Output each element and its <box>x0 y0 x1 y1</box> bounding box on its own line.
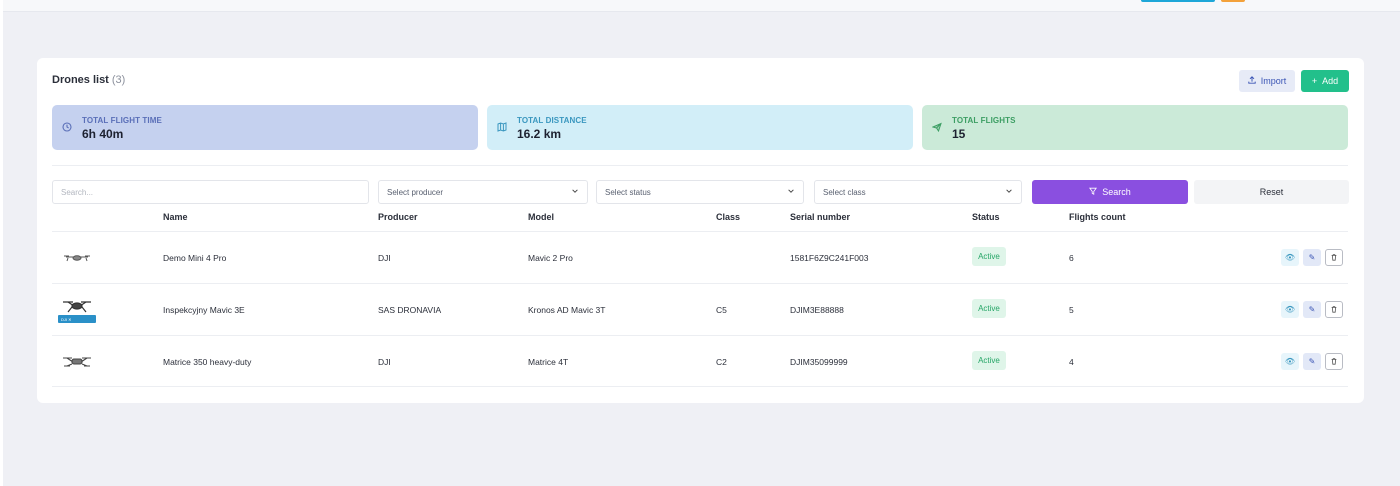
drone-thumbnail: DJI ✕ <box>58 296 96 326</box>
divider <box>52 165 1348 166</box>
row-name: Inspekcyjny Mavic 3E <box>163 305 245 315</box>
edit-button[interactable]: ✎ <box>1303 249 1321 266</box>
row-serial: DJIM3E88888 <box>790 305 844 315</box>
delete-button[interactable] <box>1325 353 1343 370</box>
top-bar-button-orange[interactable] <box>1221 0 1245 2</box>
row-flights: 6 <box>1069 253 1074 263</box>
stat-value: 6h 40m <box>82 127 124 141</box>
row-model: Mavic 2 Pro <box>528 253 573 263</box>
svg-text:DJI ✕: DJI ✕ <box>61 317 71 322</box>
column-header-producer[interactable]: Producer <box>378 212 418 222</box>
row-serial: DJIM35099999 <box>790 357 848 367</box>
pencil-icon: ✎ <box>1308 357 1316 366</box>
top-bar <box>3 0 1400 12</box>
drones-card: Drones list (3) Import + Add TOTAL FLIGHT… <box>37 58 1364 403</box>
column-header-name[interactable]: Name <box>163 212 188 222</box>
drone-thumbnail <box>58 244 96 274</box>
row-producer: DJI <box>378 253 391 263</box>
import-label: Import <box>1260 76 1287 86</box>
row-flights: 4 <box>1069 357 1074 367</box>
row-class: C2 <box>716 357 727 367</box>
stat-total-distance: TOTAL DISTANCE 16.2 km <box>487 105 913 150</box>
page-title: Drones list (3) <box>52 74 125 86</box>
producer-select[interactable]: Select producer <box>378 180 588 204</box>
view-button[interactable]: 👁 <box>1281 301 1299 318</box>
column-header-model[interactable]: Model <box>528 212 554 222</box>
view-button[interactable]: 👁 <box>1281 249 1299 266</box>
stat-label: TOTAL DISTANCE <box>517 116 587 125</box>
stat-label: TOTAL FLIGHT TIME <box>82 116 162 125</box>
search-button-label: Search <box>1102 187 1131 197</box>
trash-icon <box>1330 357 1338 367</box>
stat-total-flight-time: TOTAL FLIGHT TIME 6h 40m <box>52 105 478 150</box>
eye-icon: 👁 <box>1284 305 1296 314</box>
row-name: Demo Mini 4 Pro <box>163 253 227 263</box>
column-header-flights[interactable]: Flights count <box>1069 212 1126 222</box>
class-select[interactable]: Select class <box>814 180 1022 204</box>
map-icon <box>497 122 507 135</box>
search-button[interactable]: Search <box>1032 180 1188 204</box>
import-button[interactable]: Import <box>1239 70 1295 92</box>
plus-icon: + <box>1311 76 1318 86</box>
eye-icon: 👁 <box>1284 357 1296 366</box>
chevron-down-icon <box>571 187 579 197</box>
pencil-icon: ✎ <box>1308 253 1316 262</box>
add-button[interactable]: + Add <box>1301 70 1349 92</box>
row-producer: DJI <box>378 357 391 367</box>
top-bar-button-blue[interactable] <box>1141 0 1215 2</box>
column-header-class[interactable]: Class <box>716 212 740 222</box>
drone-thumbnail <box>58 348 96 378</box>
upload-icon <box>1248 76 1256 86</box>
table-row[interactable]: Matrice 350 heavy-duty DJI Matrice 4T C2… <box>52 335 1348 387</box>
status-select[interactable]: Select status <box>596 180 804 204</box>
reset-button[interactable]: Reset <box>1194 180 1349 204</box>
left-edge <box>0 0 3 486</box>
row-class: C5 <box>716 305 727 315</box>
column-header-status[interactable]: Status <box>972 212 1000 222</box>
view-button[interactable]: 👁 <box>1281 353 1299 370</box>
plane-icon <box>931 122 942 135</box>
chevron-down-icon <box>787 187 795 197</box>
status-select-value: Select status <box>605 187 651 197</box>
row-serial: 1581F6Z9C241F003 <box>790 253 869 263</box>
table-row[interactable]: Demo Mini 4 Pro DJI Mavic 2 Pro 1581F6Z9… <box>52 231 1348 283</box>
table-row[interactable]: DJI ✕ Inspekcyjny Mavic 3E SAS DRONAVIA … <box>52 283 1348 335</box>
clock-icon <box>62 122 72 135</box>
stat-label: TOTAL FLIGHTS <box>952 116 1016 125</box>
stat-value: 15 <box>952 127 966 141</box>
edit-button[interactable]: ✎ <box>1303 353 1321 370</box>
status-badge: Active <box>972 299 1006 318</box>
stat-total-flights: TOTAL FLIGHTS 15 <box>922 105 1348 150</box>
drones-count: (3) <box>111 74 126 86</box>
stat-value: 16.2 km <box>517 127 562 141</box>
status-badge: Active <box>972 247 1006 266</box>
trash-icon <box>1330 305 1338 315</box>
search-input[interactable]: Search... <box>52 180 369 204</box>
class-select-value: Select class <box>823 187 866 197</box>
row-model: Kronos AD Mavic 3T <box>528 305 606 315</box>
pencil-icon: ✎ <box>1308 305 1316 314</box>
column-header-serial[interactable]: Serial number <box>790 212 850 222</box>
eye-icon: 👁 <box>1284 253 1296 262</box>
row-name: Matrice 350 heavy-duty <box>163 357 252 367</box>
trash-icon <box>1330 253 1338 263</box>
page-title-text: Drones list <box>52 74 109 86</box>
delete-button[interactable] <box>1325 301 1343 318</box>
row-producer: SAS DRONAVIA <box>378 305 442 315</box>
filter-icon <box>1089 187 1098 197</box>
add-label: Add <box>1322 76 1339 86</box>
delete-button[interactable] <box>1325 249 1343 266</box>
edit-button[interactable]: ✎ <box>1303 301 1321 318</box>
chevron-down-icon <box>1005 187 1013 197</box>
row-flights: 5 <box>1069 305 1074 315</box>
producer-select-value: Select producer <box>387 187 444 197</box>
row-model: Matrice 4T <box>528 357 569 367</box>
status-badge: Active <box>972 351 1006 370</box>
